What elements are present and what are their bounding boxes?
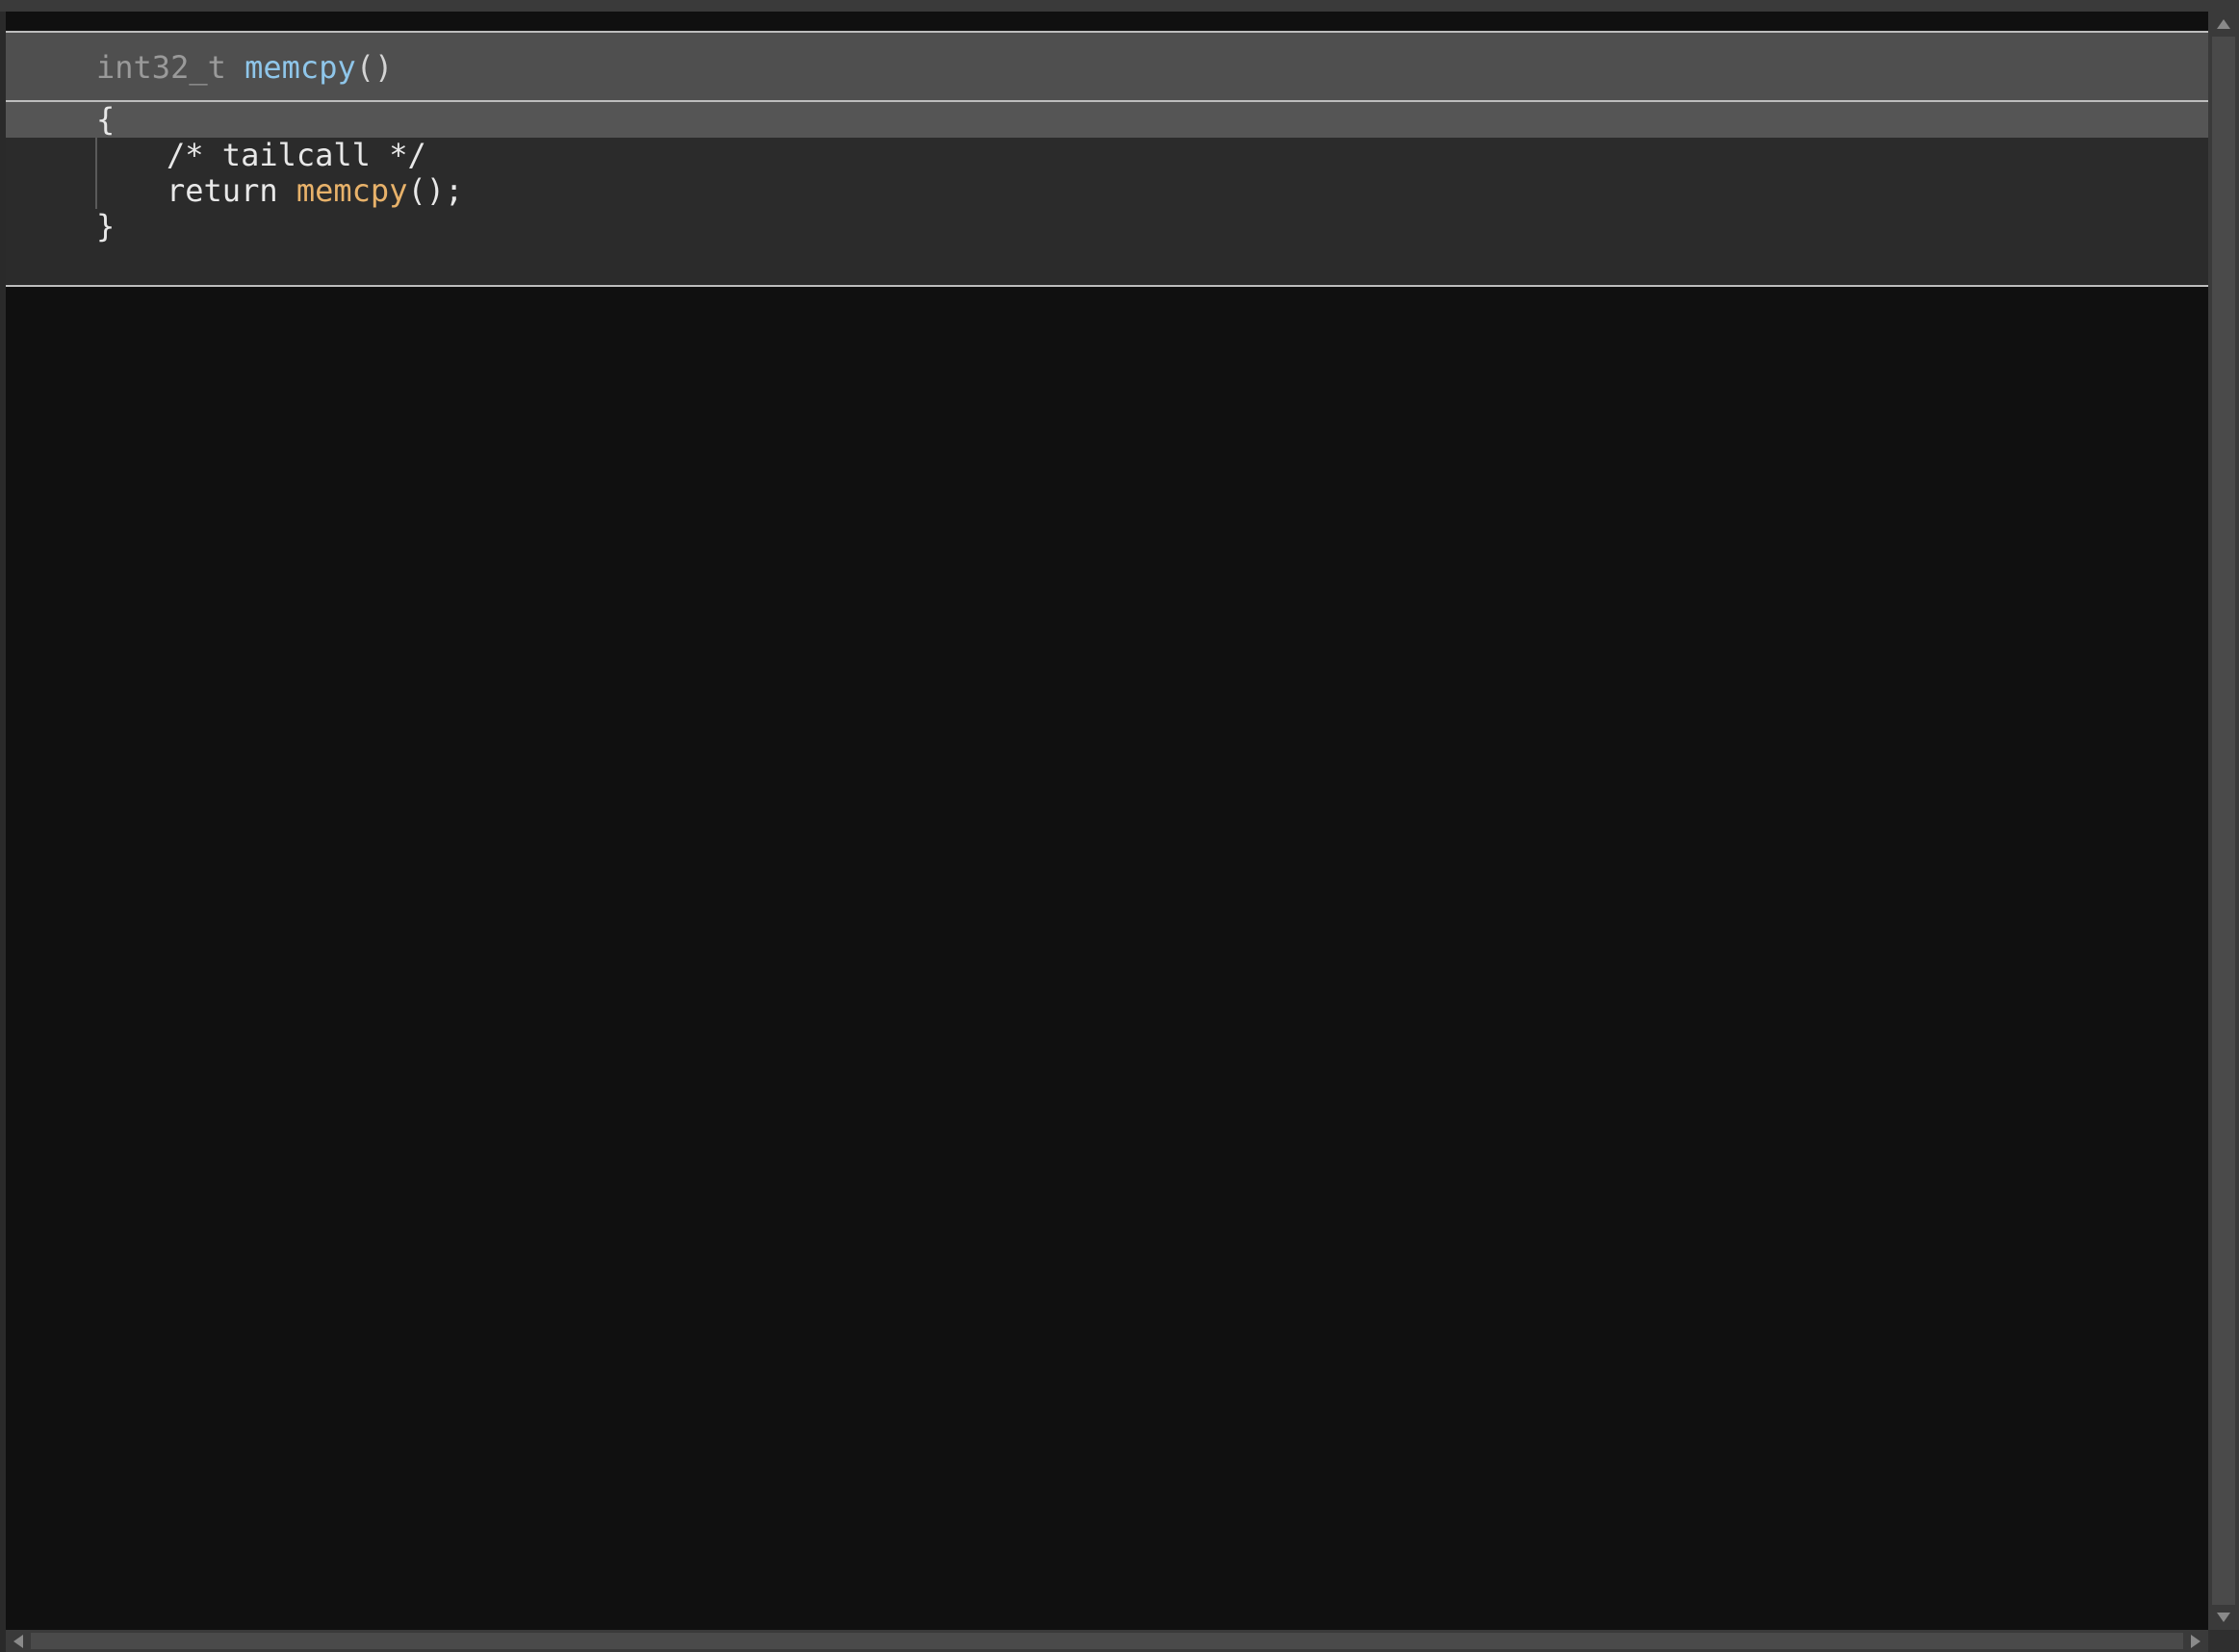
tailcall-comment: /* tailcall */ bbox=[167, 137, 426, 173]
function-signature: int32_t memcpy() bbox=[96, 48, 393, 87]
vertical-scrollbar[interactable] bbox=[2208, 12, 2239, 1630]
triangle-up-icon bbox=[2217, 19, 2230, 29]
decompiler-view[interactable]: int32_t memcpy() { /* tailcall */ return… bbox=[6, 12, 2208, 1630]
indent-guide bbox=[95, 138, 97, 209]
return-statement: return memcpy(); bbox=[167, 173, 463, 209]
code-line-comment[interactable]: /* tailcall */ bbox=[6, 138, 2208, 173]
scroll-up-button[interactable] bbox=[2208, 12, 2239, 37]
window-top-strip bbox=[0, 0, 2239, 12]
scroll-left-button[interactable] bbox=[6, 1630, 31, 1652]
code-line-return[interactable]: return memcpy(); bbox=[6, 173, 2208, 209]
horizontal-scrollbar[interactable] bbox=[6, 1630, 2208, 1652]
function-params: () bbox=[355, 49, 394, 86]
header-gap bbox=[6, 12, 2208, 31]
code-line-open-brace[interactable]: { bbox=[6, 102, 2208, 138]
horizontal-scroll-thumb[interactable] bbox=[31, 1633, 2183, 1649]
triangle-right-icon bbox=[2191, 1635, 2200, 1648]
scroll-down-button[interactable] bbox=[2208, 1605, 2239, 1630]
function-name[interactable]: memcpy bbox=[244, 49, 356, 86]
function-body[interactable]: { /* tailcall */ return memcpy(); } bbox=[6, 102, 2208, 287]
function-signature-bar[interactable]: int32_t memcpy() bbox=[6, 31, 2208, 102]
return-keyword: return bbox=[167, 172, 278, 209]
open-brace: { bbox=[96, 101, 116, 138]
triangle-left-icon bbox=[13, 1635, 23, 1648]
return-type[interactable]: int32_t bbox=[96, 49, 226, 86]
scroll-right-button[interactable] bbox=[2183, 1630, 2208, 1652]
close-brace: } bbox=[96, 208, 116, 245]
scrollbar-corner bbox=[2208, 1630, 2239, 1652]
code-line-close-brace[interactable]: } bbox=[6, 209, 2208, 245]
triangle-down-icon bbox=[2217, 1613, 2230, 1622]
called-function[interactable]: memcpy bbox=[296, 172, 408, 209]
call-suffix: (); bbox=[407, 172, 464, 209]
vertical-scroll-thumb[interactable] bbox=[2212, 37, 2235, 1605]
